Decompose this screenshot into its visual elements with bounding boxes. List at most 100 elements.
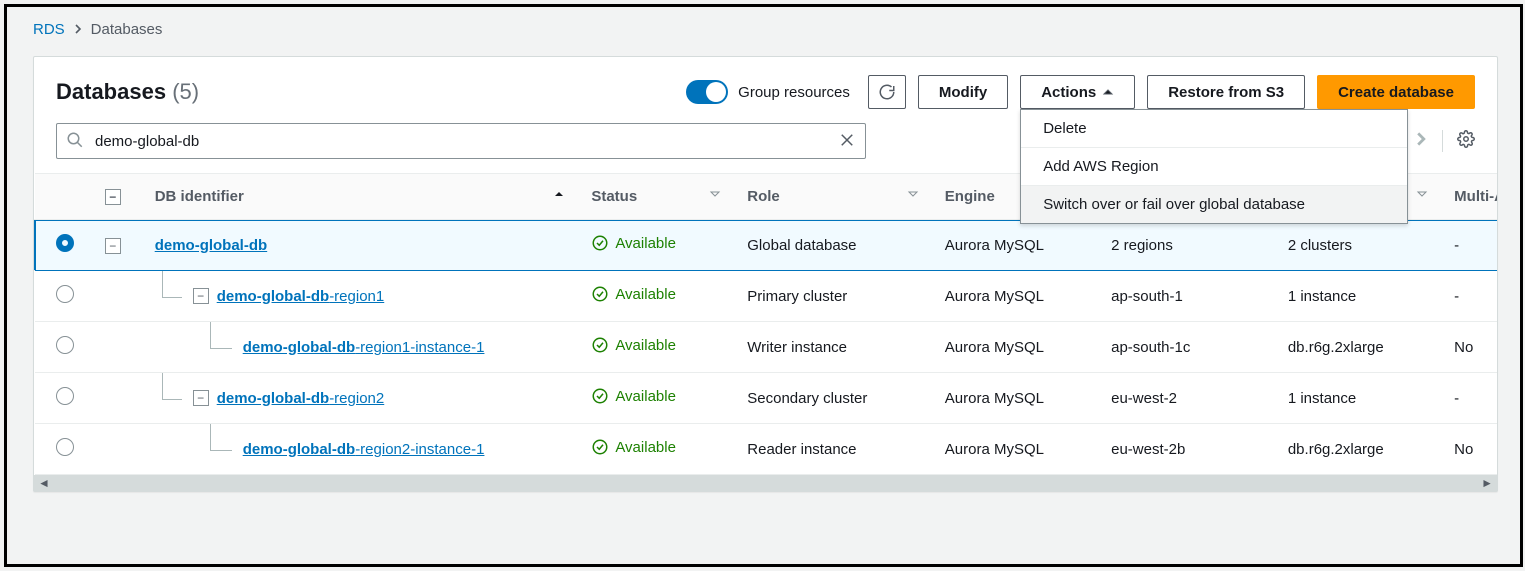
row-status-cell: Available xyxy=(581,322,737,373)
row-status-cell: Available xyxy=(581,424,737,475)
row-multiaz-cell: No xyxy=(1444,322,1497,373)
row-status-cell: Available xyxy=(581,220,737,271)
col-multi-az[interactable]: Multi-AZ xyxy=(1444,174,1497,220)
row-size-cell: 1 instance xyxy=(1278,271,1444,322)
caret-up-icon xyxy=(1102,86,1114,98)
collapse-icon[interactable]: − xyxy=(105,238,121,254)
db-identifier-link[interactable]: demo-global-db-region1 xyxy=(217,288,385,305)
db-id-bold: demo-global-db xyxy=(155,237,268,254)
row-status-cell: Available xyxy=(581,373,737,424)
row-expand-cell xyxy=(95,322,145,373)
collapse-all-icon[interactable]: − xyxy=(105,189,121,205)
db-id-bold: demo-global-db xyxy=(217,288,330,305)
search-input[interactable] xyxy=(56,123,866,159)
db-id-suffix: -region1 xyxy=(329,288,384,305)
row-region-cell: 2 regions xyxy=(1101,220,1278,271)
close-icon xyxy=(838,131,856,149)
menu-item-delete[interactable]: Delete xyxy=(1021,110,1407,148)
check-circle-icon xyxy=(591,387,609,405)
db-identifier-link[interactable]: demo-global-db xyxy=(155,237,268,254)
row-engine-cell: Aurora MySQL xyxy=(935,373,1101,424)
chevron-right-icon xyxy=(1414,132,1428,146)
row-expand-cell: − xyxy=(95,220,145,271)
restore-button[interactable]: Restore from S3 xyxy=(1147,75,1305,109)
row-engine-cell: Aurora MySQL xyxy=(935,424,1101,475)
menu-item-add-region[interactable]: Add AWS Region xyxy=(1021,148,1407,186)
row-expand-cell xyxy=(95,271,145,322)
row-select-radio[interactable] xyxy=(56,438,74,456)
row-status-cell: Available xyxy=(581,271,737,322)
row-size-cell: 2 clusters xyxy=(1278,220,1444,271)
collapse-icon[interactable]: − xyxy=(193,390,209,406)
col-status[interactable]: Status xyxy=(581,174,737,220)
group-resources-label: Group resources xyxy=(738,84,850,101)
row-select-radio[interactable] xyxy=(56,285,74,303)
db-id-bold: demo-global-db xyxy=(217,390,330,407)
row-size-cell: db.r6g.2xlarge xyxy=(1278,424,1444,475)
sort-icon xyxy=(907,188,919,200)
table-row[interactable]: demo-global-db-region1-instance-1 Availab… xyxy=(35,322,1498,373)
actions-menu: Delete Add AWS Region Switch over or fai… xyxy=(1020,109,1408,224)
row-expand-cell xyxy=(95,424,145,475)
row-select-radio[interactable] xyxy=(56,234,74,252)
row-multiaz-cell: No xyxy=(1444,424,1497,475)
db-identifier-link[interactable]: demo-global-db-region2-instance-1 xyxy=(243,441,485,458)
refresh-icon xyxy=(878,83,896,101)
settings-button[interactable] xyxy=(1457,130,1475,153)
breadcrumb-root-link[interactable]: RDS xyxy=(33,21,65,38)
row-engine-cell: Aurora MySQL xyxy=(935,220,1101,271)
row-select-cell xyxy=(35,271,95,322)
row-select-cell xyxy=(35,373,95,424)
row-size-cell: 1 instance xyxy=(1278,373,1444,424)
modify-button[interactable]: Modify xyxy=(918,75,1008,109)
row-select-radio[interactable] xyxy=(56,387,74,405)
row-role-cell: Secondary cluster xyxy=(737,373,935,424)
row-multiaz-cell: - xyxy=(1444,271,1497,322)
gear-icon xyxy=(1457,130,1475,148)
row-region-cell: eu-west-2b xyxy=(1101,424,1278,475)
row-role-cell: Primary cluster xyxy=(737,271,935,322)
create-database-button[interactable]: Create database xyxy=(1317,75,1475,109)
row-select-radio[interactable] xyxy=(56,336,74,354)
scroll-left-icon[interactable]: ◄ xyxy=(38,476,50,490)
db-identifier-link[interactable]: demo-global-db-region1-instance-1 xyxy=(243,339,485,356)
col-select xyxy=(35,174,95,220)
page-next-button[interactable] xyxy=(1414,132,1428,151)
row-role-cell: Global database xyxy=(737,220,935,271)
table-row[interactable]: − demo-global-db Available Global databaseA… xyxy=(35,220,1498,271)
refresh-button[interactable] xyxy=(868,75,906,109)
menu-item-switchover[interactable]: Switch over or fail over global database xyxy=(1021,186,1407,223)
row-select-cell xyxy=(35,220,95,271)
row-identifier-cell: −demo-global-db-region1 xyxy=(145,271,582,322)
status-badge: Available xyxy=(591,234,676,252)
search-icon xyxy=(66,131,84,154)
db-id-suffix: -region2 xyxy=(329,390,384,407)
title-count: (5) xyxy=(172,79,199,104)
table-row[interactable]: demo-global-db-region2-instance-1 Availab… xyxy=(35,424,1498,475)
actions-button[interactable]: Actions xyxy=(1020,75,1135,109)
clear-search-button[interactable] xyxy=(838,131,856,154)
row-identifier-cell: demo-global-db-region2-instance-1 xyxy=(145,424,582,475)
sort-asc-icon xyxy=(553,188,565,200)
row-region-cell: ap-south-1 xyxy=(1101,271,1278,322)
check-circle-icon xyxy=(591,285,609,303)
check-circle-icon xyxy=(591,234,609,252)
horizontal-scrollbar[interactable]: ◄ ► xyxy=(34,475,1497,491)
row-identifier-cell: demo-global-db-region1-instance-1 xyxy=(145,322,582,373)
col-db-identifier[interactable]: DB identifier xyxy=(145,174,582,220)
panel-header: Databases (5) Group resources Modify Act… xyxy=(34,57,1497,123)
tree-line xyxy=(162,373,182,400)
table-row[interactable]: −demo-global-db-region2 AvailableSecondar… xyxy=(35,373,1498,424)
collapse-icon[interactable]: − xyxy=(193,288,209,304)
chevron-right-icon xyxy=(73,21,83,38)
table-row[interactable]: −demo-global-db-region1AvailablePrimary … xyxy=(35,271,1498,322)
col-expand[interactable]: − xyxy=(95,174,145,220)
sort-icon xyxy=(709,188,721,200)
scroll-right-icon[interactable]: ► xyxy=(1481,476,1493,490)
db-identifier-link[interactable]: demo-global-db-region2 xyxy=(217,390,385,407)
db-id-suffix: -region1-instance-1 xyxy=(355,339,484,356)
sort-icon xyxy=(1416,188,1428,200)
row-multiaz-cell: - xyxy=(1444,220,1497,271)
col-role[interactable]: Role xyxy=(737,174,935,220)
group-resources-toggle[interactable] xyxy=(686,80,728,104)
